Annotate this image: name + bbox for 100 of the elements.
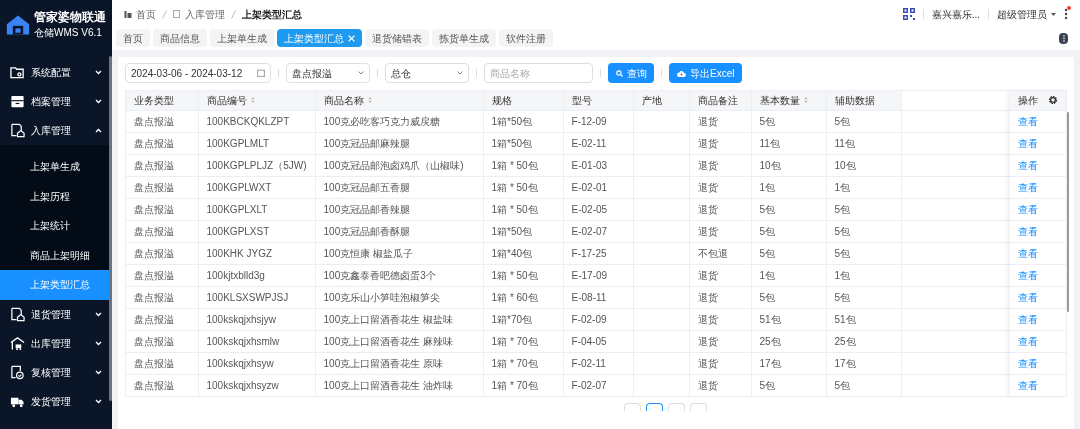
search-icon <box>615 69 623 77</box>
sidebar-item[interactable]: 入库管理 <box>0 116 112 145</box>
table-cell: 5包 <box>759 225 776 237</box>
table-cell: 100kskqjxhsmlw <box>206 335 280 347</box>
sidebar-item[interactable]: 系统配置 <box>0 58 112 87</box>
sidebar-item[interactable]: 复核管理 <box>0 357 112 387</box>
table-cell: 盘点报溢 <box>134 137 174 149</box>
column-header: 业务类型 <box>134 93 174 108</box>
sidebar-item[interactable]: 出库管理 <box>0 328 112 358</box>
sort-icon[interactable] <box>803 97 808 104</box>
caret-down-icon <box>1051 12 1056 16</box>
table-cell: 100KGPLXLT <box>206 203 268 215</box>
more-menu-icon[interactable] <box>1064 8 1068 20</box>
table-cell: 1箱*40包 <box>491 247 533 259</box>
sidebar-item[interactable]: 退货管理 <box>0 299 112 329</box>
scrollbar[interactable] <box>109 56 112 401</box>
sidebar-subitem[interactable]: 上架历程 <box>0 181 112 211</box>
sidebar-item[interactable]: 发货管理 <box>0 386 112 416</box>
sidebar-subitem[interactable]: 商品上架明细 <box>0 240 112 270</box>
warehouse-select[interactable]: 总仓 <box>385 63 469 83</box>
company-name[interactable]: 嘉兴嘉乐... <box>931 6 980 22</box>
table-cell: 退货 <box>697 269 718 281</box>
table-cell: 17包 <box>759 357 781 369</box>
sidebar-subitem[interactable]: 上架统计 <box>0 211 112 241</box>
table-cell: 100KBCKQKLZPT <box>206 115 290 127</box>
scrollbar[interactable] <box>1067 112 1069 312</box>
date-range-field[interactable]: 2024-03-06 - 2024-03-12 <box>125 63 271 83</box>
column-header[interactable]: 基本数量 <box>759 92 808 108</box>
table-cell: 1箱*50包 <box>491 137 533 149</box>
table-cell: 100KGPLMLT <box>206 137 270 149</box>
sort-icon[interactable] <box>250 97 255 104</box>
table-cell: E-02-11 <box>571 137 607 149</box>
type-select[interactable]: 盘点报溢 <box>286 63 370 83</box>
column-header: 规格 <box>491 93 512 108</box>
table-cell: 11包 <box>834 137 855 149</box>
table-cell: F-17-25 <box>571 247 607 259</box>
tab[interactable]: 商品信息 <box>153 29 207 47</box>
table-cell: 退货 <box>697 357 718 369</box>
column-header[interactable]: 商品编号 <box>206 92 255 108</box>
pagination-button[interactable] <box>646 403 663 411</box>
more-tabs-button[interactable] <box>1059 32 1068 44</box>
table-cell: 1箱 * 70包 <box>491 379 538 391</box>
table-cell: F-12-09 <box>571 115 607 127</box>
table-cell: 5包 <box>834 379 851 391</box>
table-cell: 100克乐山小笋哇泡椒笋尖 <box>323 291 441 303</box>
sidebar-label: 入库管理 <box>31 124 72 138</box>
chevron-up-icon <box>95 128 102 133</box>
table-cell: F-02-07 <box>571 379 607 391</box>
tab[interactable]: 首页 <box>116 29 150 47</box>
table-cell: E-02-07 <box>571 225 608 237</box>
table-cell: 100kskqjxhsyw <box>206 357 274 369</box>
tab[interactable]: 软件注册 <box>499 29 553 47</box>
table-cell: 盘点报溢 <box>134 115 174 127</box>
user-menu[interactable]: 超级管理员 <box>997 6 1056 22</box>
sidebar-subitem[interactable]: 上架单生成 <box>0 152 112 182</box>
table-cell: 盘点报溢 <box>134 313 174 325</box>
calendar-icon <box>257 69 265 77</box>
brand-title: 管家婆物联通 <box>34 9 106 25</box>
table-cell: 100kskqjxhsjyw <box>206 313 276 325</box>
table-cell: 100kskqjxhsyzw <box>206 379 279 391</box>
chevron-down-icon <box>95 99 102 104</box>
table-cell: 盘点报溢 <box>134 159 174 171</box>
table-cell: 盘点报溢 <box>134 335 174 347</box>
table-cell: 5包 <box>834 291 851 303</box>
table-cell: 10包 <box>759 159 781 171</box>
column-header: 辅助数据 <box>834 93 875 108</box>
sidebar-item[interactable]: 档案管理 <box>0 87 112 116</box>
tab[interactable]: 拣货单生成 <box>432 29 496 47</box>
product-name-field[interactable]: 商品名称 <box>484 63 593 83</box>
chevron-down-icon <box>95 340 102 346</box>
close-icon[interactable] <box>348 34 355 42</box>
breadcrumb-link[interactable]: 入库管理 <box>185 6 225 22</box>
warehouse-truck-icon <box>10 335 25 351</box>
table-cell: 退货 <box>697 335 718 347</box>
tab[interactable]: 上架单生成 <box>210 29 274 47</box>
table-cell: 盘点报溢 <box>134 225 174 237</box>
table-cell: 退货 <box>697 137 718 149</box>
qr-code-icon[interactable] <box>902 8 915 20</box>
column-header: 操作 <box>1018 93 1038 108</box>
table-cell: 100克上口留酒香花生 油炸味 <box>323 379 453 391</box>
sort-icon[interactable] <box>367 97 372 104</box>
table-cell: 1箱*50包 <box>491 225 533 237</box>
table-cell: 5包 <box>759 203 776 215</box>
table-cell: 10包 <box>834 159 856 171</box>
settings-icon[interactable] <box>1048 95 1058 106</box>
table-cell: E-17-09 <box>571 269 608 281</box>
column-header: 商品备注 <box>697 93 738 108</box>
table-cell: 100克上口留酒香花生 麻辣味 <box>323 335 453 347</box>
table-cell: 100克上口留酒香花生 原味 <box>323 357 443 369</box>
table-cell: F-02-11 <box>571 357 606 369</box>
table-cell: 100KLSXSWPJSJ <box>206 291 289 303</box>
more-menu-icon <box>1062 34 1065 42</box>
table-cell: 盘点报溢 <box>134 181 174 193</box>
column-header[interactable]: 商品名称 <box>323 92 372 108</box>
tab[interactable]: 退货储错表 <box>365 29 429 47</box>
table-cell: E-02-05 <box>571 203 608 215</box>
table-cell: 100克冠品邮香辣腿 <box>323 203 411 215</box>
table-cell: 盘点报溢 <box>134 247 174 259</box>
table-cell: 盘点报溢 <box>134 291 174 303</box>
breadcrumb-link[interactable]: 首页 <box>136 6 156 22</box>
